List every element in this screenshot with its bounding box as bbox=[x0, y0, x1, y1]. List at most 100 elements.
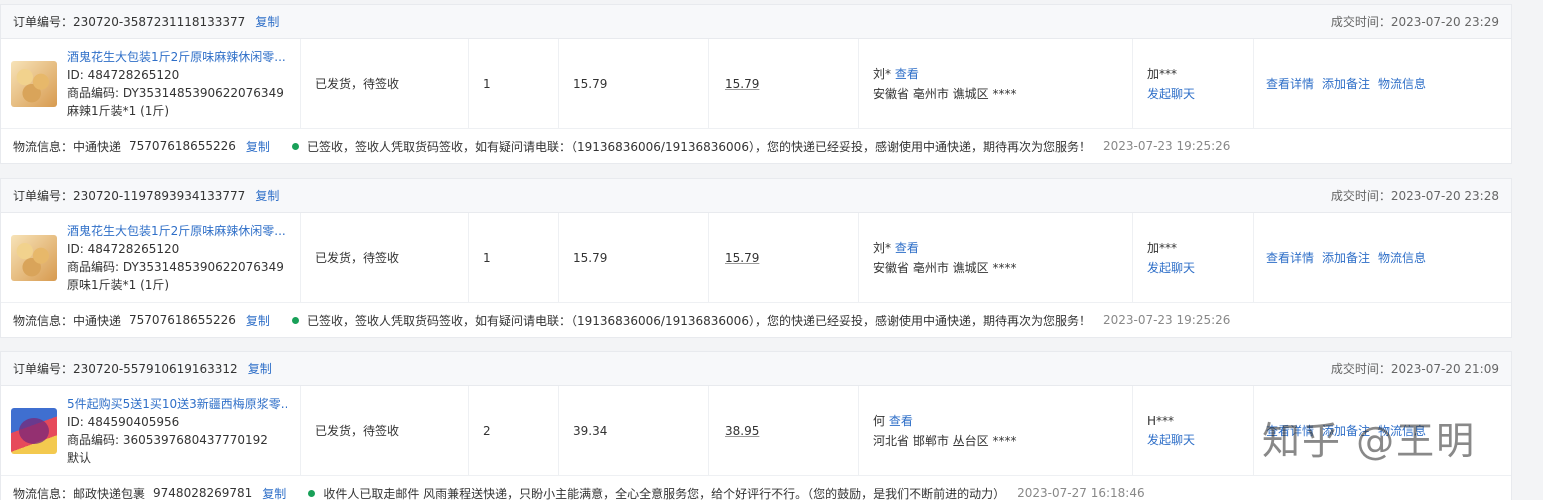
deal-time: 2023-07-20 21:09 bbox=[1390, 362, 1499, 376]
add-note-button[interactable]: 添加备注 bbox=[1322, 249, 1370, 266]
copy-order-no-button[interactable]: 复制 bbox=[255, 187, 279, 204]
order-no: 230720-3587231118133377 bbox=[73, 14, 246, 29]
product-code: 商品编码: DY3531485390622076349 bbox=[67, 85, 284, 100]
logistics-message: 已签收，签收人凭取货码签收，如有疑问请电联：（19136836006/19136… bbox=[306, 313, 1091, 328]
order-row: 酒鬼花生大包装1斤2斤原味麻辣休闲零... ID: 484728265120 商… bbox=[1, 39, 1511, 129]
contact-name: H*** bbox=[1147, 413, 1175, 428]
logistics-time: 2023-07-27 16:18:46 bbox=[1017, 486, 1145, 500]
contact-cell: 加*** 发起聊天 bbox=[1133, 213, 1254, 302]
logistics-info-button[interactable]: 物流信息 bbox=[1378, 249, 1426, 266]
logistics-info-button[interactable]: 物流信息 bbox=[1378, 75, 1426, 92]
logistics-label: 物流信息： bbox=[13, 139, 74, 154]
product-cell: 酒鬼花生大包装1斤2斤原味麻辣休闲零... ID: 484728265120 商… bbox=[1, 213, 301, 302]
unit-price: 15.79 bbox=[559, 213, 709, 302]
add-note-button[interactable]: 添加备注 bbox=[1322, 75, 1370, 92]
order-status: 已发货，待签收 bbox=[301, 213, 469, 302]
tracking-number: 9748028269781 bbox=[153, 486, 253, 500]
product-title-link[interactable]: 5件起购买5送1买10送3新疆西梅原浆零... bbox=[67, 396, 287, 412]
order-header: 订单编号： 230720-3587231118133377 复制 成交时间：20… bbox=[1, 5, 1511, 39]
paid-amount[interactable]: 15.79 bbox=[725, 251, 759, 265]
start-chat-button[interactable]: 发起聊天 bbox=[1147, 259, 1195, 276]
paid-amount-cell: 15.79 bbox=[709, 213, 859, 302]
buyer-cell: 刘* 查看 安徽省 亳州市 谯城区 **** bbox=[859, 213, 1133, 302]
buyer-cell: 刘* 查看 安徽省 亳州市 谯城区 **** bbox=[859, 39, 1133, 128]
logistics-message: 收件人已取走邮件 风雨兼程送快递，只盼小主能满意，全心全意服务您，给个好评行不行… bbox=[323, 486, 1006, 500]
buyer-address: 安徽省 亳州市 谯城区 **** bbox=[873, 261, 1017, 275]
status-dot-icon bbox=[291, 142, 299, 150]
logistics-time: 2023-07-23 19:25:26 bbox=[1102, 313, 1231, 327]
tracking-number: 75707618655226 bbox=[129, 313, 236, 327]
unit-price: 39.34 bbox=[559, 386, 709, 475]
buyer-name: 刘* bbox=[873, 241, 892, 255]
copy-order-no-button[interactable]: 复制 bbox=[255, 13, 279, 30]
product-thumbnail[interactable] bbox=[11, 60, 57, 107]
tracking-number: 75707618655226 bbox=[129, 139, 236, 153]
view-details-button[interactable]: 查看详情 bbox=[1266, 249, 1314, 266]
paid-amount[interactable]: 15.79 bbox=[725, 77, 759, 91]
logistics-company: 中通快递 bbox=[73, 139, 122, 154]
deal-time: 2023-07-20 23:28 bbox=[1390, 189, 1499, 203]
view-buyer-button[interactable]: 查看 bbox=[889, 414, 913, 428]
paid-amount[interactable]: 38.95 bbox=[725, 424, 759, 438]
unit-price: 15.79 bbox=[559, 39, 709, 128]
logistics-row: 物流信息： 中通快递 75707618655226 复制 已签收，签收人凭取货码… bbox=[1, 303, 1511, 337]
product-title-link[interactable]: 酒鬼花生大包装1斤2斤原味麻辣休闲零... bbox=[67, 49, 286, 65]
copy-tracking-button[interactable]: 复制 bbox=[246, 138, 270, 155]
quantity: 1 bbox=[469, 39, 559, 128]
deal-time: 2023-07-20 23:29 bbox=[1390, 15, 1499, 29]
order-row: 酒鬼花生大包装1斤2斤原味麻辣休闲零... ID: 484728265120 商… bbox=[1, 213, 1511, 303]
buyer-name: 刘* bbox=[873, 67, 892, 81]
buyer-address: 河北省 邯郸市 丛台区 **** bbox=[873, 434, 1017, 448]
contact-cell: 加*** 发起聊天 bbox=[1133, 39, 1254, 128]
paid-amount-cell: 15.79 bbox=[709, 39, 859, 128]
buyer-cell: 何 查看 河北省 邯郸市 丛台区 **** bbox=[859, 386, 1133, 475]
start-chat-button[interactable]: 发起聊天 bbox=[1147, 85, 1195, 102]
product-cell: 酒鬼花生大包装1斤2斤原味麻辣休闲零... ID: 484728265120 商… bbox=[1, 39, 301, 128]
logistics-company: 邮政快递包裹 bbox=[73, 486, 146, 500]
scrollbar-track[interactable] bbox=[1512, 0, 1543, 500]
deal-time-label: 成交时间： bbox=[1330, 189, 1391, 203]
quantity: 1 bbox=[469, 213, 559, 302]
product-title-link[interactable]: 酒鬼花生大包装1斤2斤原味麻辣休闲零... bbox=[67, 223, 286, 239]
product-sku: 默认 bbox=[67, 450, 92, 465]
deal-time-label: 成交时间： bbox=[1330, 15, 1391, 29]
status-dot-icon bbox=[308, 489, 316, 497]
view-buyer-button[interactable]: 查看 bbox=[895, 67, 919, 81]
order-no: 230720-1197893934133777 bbox=[73, 188, 246, 203]
contact-name: 加*** bbox=[1147, 67, 1178, 81]
product-sku: 原味1斤装*1 (1斤) bbox=[67, 277, 170, 292]
order-no-label: 订单编号： bbox=[13, 15, 74, 29]
order-header: 订单编号： 230720-557910619163312 复制 成交时间：202… bbox=[1, 352, 1511, 386]
actions-cell: 查看详情 添加备注 物流信息 bbox=[1254, 39, 1511, 128]
copy-tracking-button[interactable]: 复制 bbox=[246, 312, 270, 329]
quantity: 2 bbox=[469, 386, 559, 475]
logistics-row: 物流信息： 中通快递 75707618655226 复制 已签收，签收人凭取货码… bbox=[1, 129, 1511, 163]
product-code: 商品编码: DY3531485390622076349 bbox=[67, 259, 284, 274]
product-sku: 麻辣1斤装*1 (1斤) bbox=[67, 103, 170, 118]
contact-cell: H*** 发起聊天 bbox=[1133, 386, 1254, 475]
product-thumbnail[interactable] bbox=[11, 407, 57, 454]
order-card: 订单编号： 230720-3587231118133377 复制 成交时间：20… bbox=[0, 4, 1512, 164]
order-no: 230720-557910619163312 bbox=[73, 361, 238, 376]
copy-order-no-button[interactable]: 复制 bbox=[248, 360, 272, 377]
product-thumbnail[interactable] bbox=[11, 234, 57, 281]
deal-time-label: 成交时间： bbox=[1330, 362, 1391, 376]
logistics-company: 中通快递 bbox=[73, 313, 122, 328]
order-header: 订单编号： 230720-1197893934133777 复制 成交时间：20… bbox=[1, 179, 1511, 213]
product-id: ID: 484728265120 bbox=[67, 67, 180, 82]
copy-tracking-button[interactable]: 复制 bbox=[262, 485, 286, 500]
product-code: 商品编码: 3605397680437770192 bbox=[67, 432, 268, 447]
order-no-label: 订单编号： bbox=[13, 189, 74, 203]
view-buyer-button[interactable]: 查看 bbox=[895, 241, 919, 255]
start-chat-button[interactable]: 发起聊天 bbox=[1147, 431, 1195, 448]
order-status: 已发货，待签收 bbox=[301, 39, 469, 128]
status-dot-icon bbox=[291, 316, 299, 324]
buyer-name: 何 bbox=[873, 414, 886, 428]
order-status: 已发货，待签收 bbox=[301, 386, 469, 475]
logistics-label: 物流信息： bbox=[13, 486, 74, 500]
logistics-message: 已签收，签收人凭取货码签收，如有疑问请电联：（19136836006/19136… bbox=[306, 139, 1091, 154]
product-id: ID: 484590405956 bbox=[67, 414, 180, 429]
order-card: 订单编号： 230720-1197893934133777 复制 成交时间：20… bbox=[0, 178, 1512, 338]
logistics-time: 2023-07-23 19:25:26 bbox=[1102, 139, 1231, 153]
view-details-button[interactable]: 查看详情 bbox=[1266, 75, 1314, 92]
